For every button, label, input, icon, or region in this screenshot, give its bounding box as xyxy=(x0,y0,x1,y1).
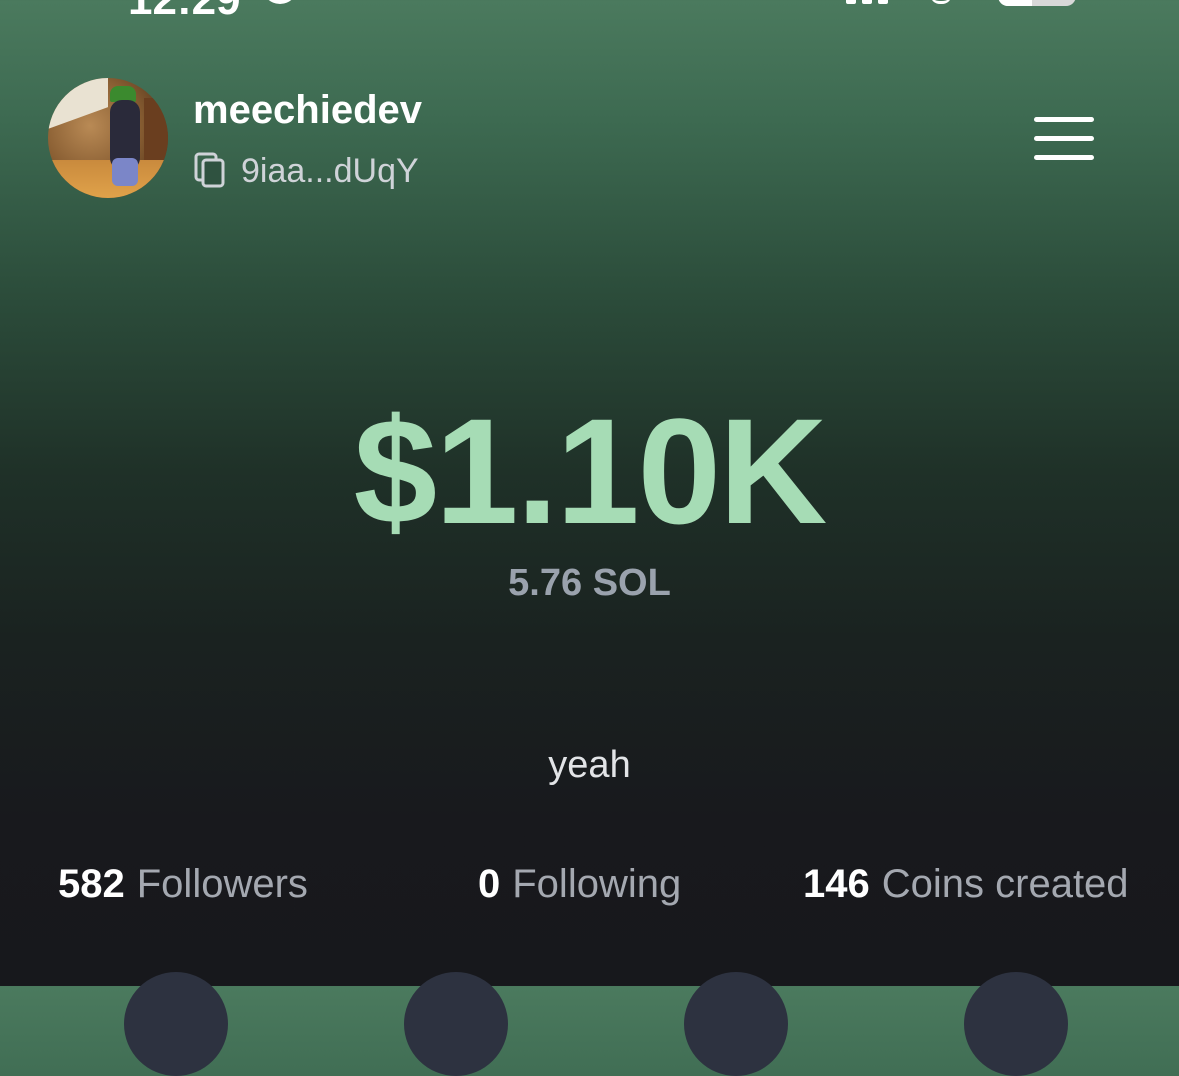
following-stat[interactable]: 0 Following xyxy=(478,860,681,908)
action-button-3[interactable] xyxy=(684,972,788,1076)
followers-stat[interactable]: 582 Followers xyxy=(58,860,308,908)
action-button-1[interactable] xyxy=(124,972,228,1076)
action-button-2[interactable] xyxy=(404,972,508,1076)
cellular-signal-icon xyxy=(846,0,906,4)
username: meechiedev xyxy=(193,88,423,132)
status-time: 12:29 xyxy=(128,0,241,22)
battery-level xyxy=(998,0,1033,6)
copy-icon[interactable] xyxy=(194,152,226,188)
following-count: 0 xyxy=(478,862,501,906)
battery-icon xyxy=(998,0,1076,6)
coins-created-label: Coins created xyxy=(881,862,1129,906)
wifi-icon xyxy=(930,0,952,4)
coins-created-count: 146 xyxy=(803,862,870,906)
avatar[interactable] xyxy=(48,78,168,198)
coins-created-stat[interactable]: 146 Coins created xyxy=(803,860,1129,908)
hamburger-menu-icon[interactable] xyxy=(1032,114,1096,164)
balance-sol: 5.76 SOL xyxy=(508,562,671,604)
recording-indicator-icon xyxy=(262,0,298,4)
action-button-4[interactable] xyxy=(964,972,1068,1076)
balance-usd: $1.10K xyxy=(353,387,828,555)
following-label: Following xyxy=(512,862,682,906)
wallet-address[interactable]: 9iaa...dUqY xyxy=(241,152,419,190)
profile-bio: yeah xyxy=(548,744,631,786)
status-bar: 12:29 xyxy=(0,0,1179,22)
followers-count: 582 xyxy=(58,862,125,906)
followers-label: Followers xyxy=(136,862,308,906)
